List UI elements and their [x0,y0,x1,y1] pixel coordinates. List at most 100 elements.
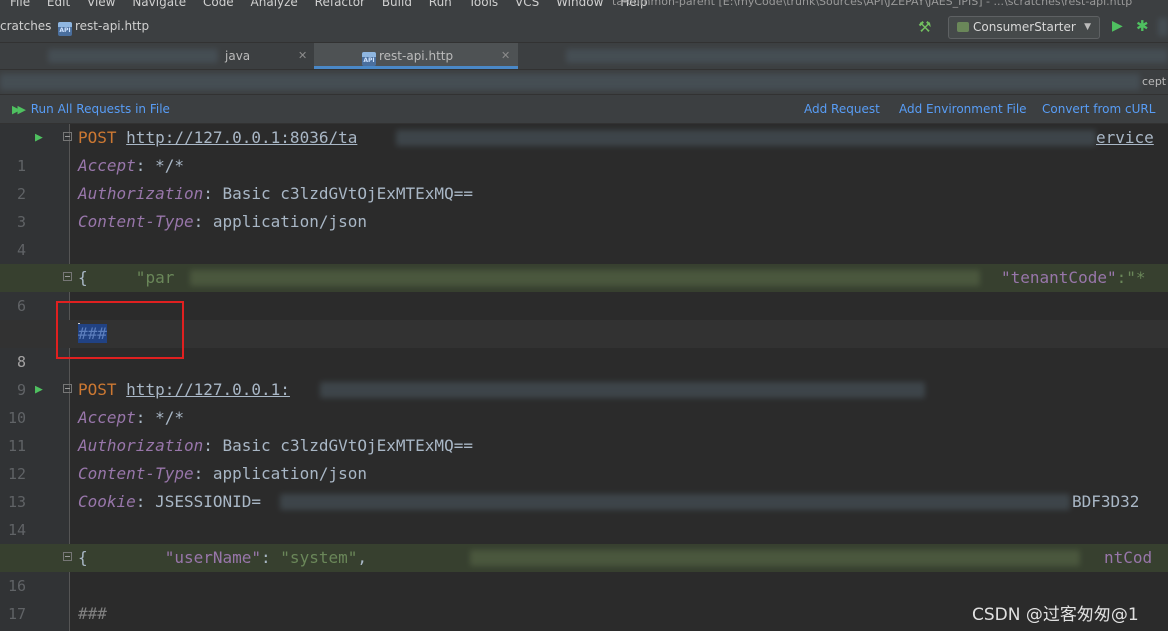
editor-tabs: java ✕ API rest-api.http ✕ [0,43,1168,70]
blurred-json-body [190,270,980,286]
http-client-toolbar: ▶▶ Run All Requests in File Add Request … [0,95,1168,124]
convert-from-curl-button[interactable]: Convert from cURL [1042,102,1155,116]
run-configuration-label: ConsumerStarter [973,20,1076,34]
cookie-tail: BDF3D32 [1072,492,1140,511]
add-request-button[interactable]: Add Request [804,102,880,116]
json-key: "tenantCode" [1001,268,1117,287]
code-line-12: 12 Authorization: Basic c3lzdGVtOjExMTEx… [0,432,1168,483]
header-name: Accept [78,408,136,427]
build-hammer-icon[interactable]: ⚒ [918,18,936,36]
blurred-tab-text [566,49,1168,63]
blurred-url [396,130,1096,146]
menu-navigate[interactable]: Navigate [132,0,186,9]
blurred-tab-row: cept [0,70,1168,95]
csdn-watermark: CSDN @过客匆匆@1 [972,605,1139,625]
menu-code[interactable]: Code [203,0,234,9]
fold-icon[interactable] [63,384,72,393]
menu-file[interactable]: File [10,0,30,9]
close-icon[interactable]: ✕ [501,43,510,69]
run-request-icon[interactable]: ▶ [35,124,43,152]
header-value: JSESSIONID= [145,492,262,511]
header-value: Basic c3lzdGVtOjExMTExMQ== [212,184,473,203]
json-value-start: :"* [1116,268,1146,287]
breadcrumb-scratches-label: cratches [0,19,52,33]
header-value: application/json [203,212,367,231]
add-environment-file-button[interactable]: Add Environment File [899,102,1027,116]
breadcrumb-file[interactable]: API rest-api.http [58,19,149,36]
menu-bar: File Edit View Navigate Code Analyze Ref… [0,0,1168,12]
header-value: */* [145,408,184,427]
code-line-11: 11 Accept: */* [0,404,1168,455]
blurred-cookie [280,494,1070,510]
menu-window[interactable]: Window [556,0,603,9]
code-line-2: 2 Accept: */* [0,152,1168,203]
menu-tools[interactable]: Tools [469,0,499,9]
blurred-url [320,382,925,398]
code-editor[interactable]: 1 ▶ POST http://127.0.0.1:8036/ta ervice… [0,124,1168,631]
menu-vcs[interactable]: VCS [515,0,539,9]
json-body-start: "par [87,268,175,287]
code-line-3: 3 Authorization: Basic c3lzdGVtOjExMTExM… [0,180,1168,231]
json-key-tail: ntCod [1104,548,1153,567]
blurred-tab-text [48,49,218,63]
run-icon[interactable]: ▶ [1112,18,1123,34]
code-line-5: 5 [0,236,1168,287]
http-method: POST [78,380,117,399]
tab-rest-api-http[interactable]: API rest-api.http ✕ [314,43,518,69]
blurred-row-content [0,74,1140,90]
header-value: application/json [203,464,367,483]
http-method: POST [78,128,117,147]
navigation-bar: cratches › APIrest-api.http ⚒ ConsumerSt… [0,12,1168,43]
code-line-13: 13 Content-Type: application/json [0,460,1168,511]
header-value: */* [145,156,184,175]
request-url[interactable]: http://127.0.0.1:8036/ta [126,128,357,147]
menu-view[interactable]: View [87,0,115,9]
code-line-1: 1 ▶ POST http://127.0.0.1:8036/ta ervice [0,124,1168,175]
menu-edit[interactable]: Edit [47,0,70,9]
header-name: Content-Type [78,212,194,231]
spring-boot-icon [957,22,969,32]
run-all-icon: ▶▶ [12,103,26,116]
menu-analyze[interactable]: Analyze [251,0,298,9]
code-line-10: 10 ▶ POST http://127.0.0.1: [0,376,1168,427]
run-all-requests-button[interactable]: ▶▶ Run All Requests in File [12,102,170,116]
project-title: ta-common-parent [E:\myCode\trunk\Source… [612,0,1133,8]
header-name: Accept [78,156,136,175]
menu-items: File Edit View Navigate Code Analyze Ref… [10,0,661,8]
header-name: Authorization [78,184,204,203]
code-line-16: 16 { "userName": "system", ntCod [0,544,1168,595]
http-file-icon: API [58,22,72,36]
debug-bug-icon[interactable]: ✱ [1136,17,1149,35]
json-brace: { [78,548,88,567]
row-partial-label: cept [1142,75,1167,88]
menu-refactor[interactable]: Refactor [315,0,365,9]
tab-rest-api-label: rest-api.http [379,49,454,63]
request-url[interactable]: http://127.0.0.1: [126,380,290,399]
code-line-17: 17 [0,572,1168,623]
menu-build[interactable]: Build [382,0,412,9]
json-key: "userName" [164,548,262,567]
tab-java[interactable]: java ✕ [225,43,313,69]
blurred-json-body [470,550,1080,566]
code-line-14: 14 Cookie: JSESSIONID= BDF3D32 [0,488,1168,539]
header-name: Content-Type [78,464,194,483]
header-name: Authorization [78,436,204,455]
fold-icon[interactable] [63,272,72,281]
json-value: "system" [280,548,358,567]
menu-run[interactable]: Run [429,0,452,9]
breadcrumb-file-label: rest-api.http [75,19,150,33]
http-file-icon: API [362,52,376,66]
fold-icon[interactable] [63,552,72,561]
fold-icon[interactable] [63,132,72,141]
highlight-annotation-box [56,301,184,359]
json-brace: { [78,268,88,287]
header-name: Cookie [78,492,136,511]
code-line-4: 4 Content-Type: application/json [0,208,1168,259]
header-value: Basic c3lzdGVtOjExMTExMQ== [212,436,473,455]
run-configuration-select[interactable]: ConsumerStarter ▼ [948,16,1100,39]
code-line-6: 6 { "par "tenantCode":"* [0,264,1168,315]
close-icon[interactable]: ✕ [298,43,307,69]
run-request-icon[interactable]: ▶ [35,376,43,404]
run-all-label: Run All Requests in File [30,102,170,116]
tab-java-label: java [225,49,251,63]
